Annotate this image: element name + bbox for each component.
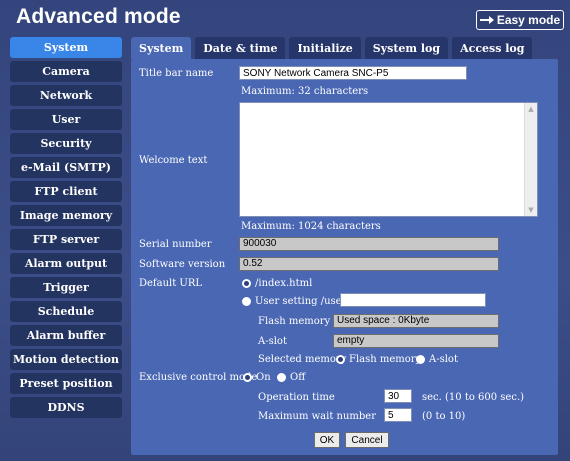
operation-time-hint: sec. (10 to 600 sec.) xyxy=(422,392,525,403)
default-url-index-label: /index.html xyxy=(255,278,313,289)
exclusive-control-on-radio[interactable] xyxy=(243,373,252,382)
default-url-user-radio[interactable] xyxy=(242,297,251,306)
selected-memory-flash-radio[interactable] xyxy=(336,355,345,364)
a-slot-value: empty xyxy=(333,334,499,348)
sidebar: System Camera Network User Security e-Ma… xyxy=(10,37,122,421)
user-url-input[interactable] xyxy=(340,293,486,307)
sidebar-item-security[interactable]: Security xyxy=(10,133,122,154)
exclusive-control-label: Exclusive control mode xyxy=(139,372,258,383)
sidebar-item-user[interactable]: User xyxy=(10,109,122,130)
sidebar-item-motion-detection[interactable]: Motion detection xyxy=(10,349,122,370)
tab-date-time[interactable]: Date & time xyxy=(195,37,286,59)
title-bar-name-input[interactable] xyxy=(239,66,467,80)
serial-number-label: Serial number xyxy=(139,239,212,250)
tab-initialize[interactable]: Initialize xyxy=(289,37,361,59)
exclusive-control-on-label: On xyxy=(256,372,271,383)
arrow-right-icon xyxy=(479,16,494,24)
scroll-down-icon[interactable]: ▼ xyxy=(527,206,535,214)
settings-panel: Title bar name Maximum: 32 characters We… xyxy=(131,59,558,455)
sidebar-item-image-memory[interactable]: Image memory xyxy=(10,205,122,226)
selected-memory-aslot-radio[interactable] xyxy=(416,355,425,364)
exclusive-control-off-label: Off xyxy=(290,372,306,383)
a-slot-label: A-slot xyxy=(258,336,287,347)
sidebar-item-email-smtp[interactable]: e-Mail (SMTP) xyxy=(10,157,122,178)
tab-bar: System Date & time Initialize System log… xyxy=(131,37,533,59)
sidebar-item-alarm-output[interactable]: Alarm output xyxy=(10,253,122,274)
max-wait-hint: (0 to 10) xyxy=(422,411,466,422)
sidebar-item-ftp-client[interactable]: FTP client xyxy=(10,181,122,202)
default-url-user-label: User setting /user/ xyxy=(255,296,350,307)
app-window: Advanced mode Easy mode System Camera Ne… xyxy=(0,0,570,461)
serial-number-value: 900030 xyxy=(239,237,499,251)
welcome-text-area[interactable]: ▲ ▼ xyxy=(239,102,538,217)
selected-memory-flash-label: Flash memory xyxy=(349,354,422,365)
software-version-label: Software version xyxy=(139,259,226,270)
max-wait-label: Maximum wait number xyxy=(258,411,377,422)
sidebar-item-ftp-server[interactable]: FTP server xyxy=(10,229,122,250)
operation-time-label: Operation time xyxy=(258,392,335,403)
cancel-button[interactable]: Cancel xyxy=(345,432,389,448)
sidebar-item-network[interactable]: Network xyxy=(10,85,122,106)
max-wait-input[interactable] xyxy=(384,408,412,422)
title-bar-name-label: Title bar name xyxy=(139,68,214,79)
flash-memory-value: Used space : 0Kbyte xyxy=(333,314,499,328)
easy-mode-label: Easy mode xyxy=(496,13,561,27)
default-url-index-radio[interactable] xyxy=(242,279,251,288)
default-url-label: Default URL xyxy=(139,278,203,289)
sidebar-item-preset-position[interactable]: Preset position xyxy=(10,373,122,394)
ok-button[interactable]: OK xyxy=(314,432,340,448)
operation-time-input[interactable] xyxy=(384,389,412,403)
welcome-text-label: Welcome text xyxy=(139,155,208,166)
exclusive-control-off-radio[interactable] xyxy=(277,373,286,382)
selected-memory-label: Selected memory xyxy=(258,354,347,365)
scroll-up-icon[interactable]: ▲ xyxy=(527,105,535,113)
flash-memory-label: Flash memory xyxy=(258,316,331,327)
tab-system-log[interactable]: System log xyxy=(364,37,449,59)
sidebar-item-system[interactable]: System xyxy=(10,37,122,58)
sidebar-item-camera[interactable]: Camera xyxy=(10,61,122,82)
sidebar-item-schedule[interactable]: Schedule xyxy=(10,301,122,322)
tab-access-log[interactable]: Access log xyxy=(452,37,533,59)
welcome-text-scrollbar[interactable]: ▲ ▼ xyxy=(524,103,537,216)
tab-system[interactable]: System xyxy=(131,37,192,59)
sidebar-item-alarm-buffer[interactable]: Alarm buffer xyxy=(10,325,122,346)
sidebar-item-ddns[interactable]: DDNS xyxy=(10,397,122,418)
title-bar-max-hint: Maximum: 32 characters xyxy=(241,86,369,97)
easy-mode-button[interactable]: Easy mode xyxy=(476,10,564,30)
software-version-value: 0.52 xyxy=(239,257,499,271)
welcome-text-max-hint: Maximum: 1024 characters xyxy=(241,221,381,232)
selected-memory-aslot-label: A-slot xyxy=(429,354,458,365)
sidebar-item-trigger[interactable]: Trigger xyxy=(10,277,122,298)
page-title: Advanced mode xyxy=(16,5,181,28)
